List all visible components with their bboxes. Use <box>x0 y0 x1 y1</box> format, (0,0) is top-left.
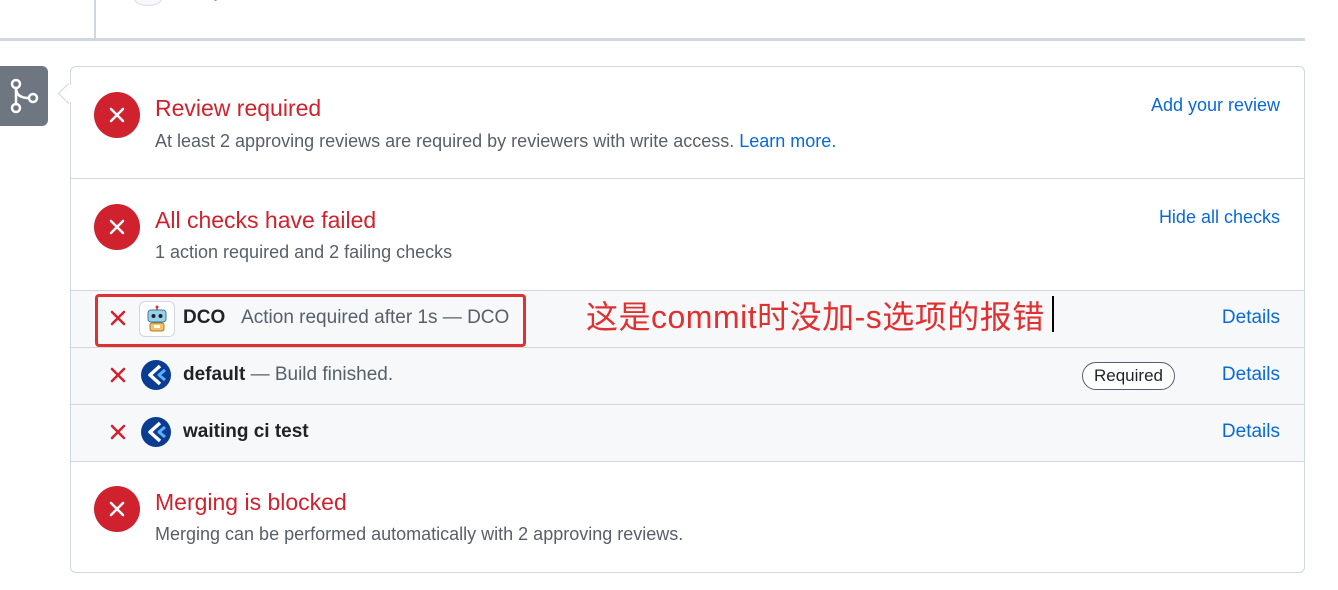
check-name: default <box>183 364 246 385</box>
check-label: default — Build finished. <box>183 364 393 386</box>
error-x-icon <box>94 486 140 532</box>
timeline-line <box>94 0 96 40</box>
required-badge: Required <box>1082 362 1175 390</box>
error-x-icon <box>94 204 140 250</box>
add-review-link[interactable]: Add your review <box>1151 95 1280 116</box>
ci-logo-icon <box>139 358 173 392</box>
fail-x-icon <box>109 366 127 384</box>
text-cursor <box>1052 296 1054 332</box>
check-row-default: default — Build finished. Required Detai… <box>71 348 1304 405</box>
review-section: Review required At least 2 approving rev… <box>71 67 1304 179</box>
merge-title: Merging is blocked <box>155 489 347 515</box>
timeline-divider <box>0 38 1305 41</box>
check-row-waiting-ci: waiting ci test Details <box>71 405 1304 462</box>
annotation-highlight-box <box>95 294 526 347</box>
error-x-icon <box>94 92 140 138</box>
merge-section: Merging is blocked Merging can be perfor… <box>71 462 1304 572</box>
review-title: Review required <box>155 95 322 121</box>
check-status: — Build finished. <box>250 364 394 385</box>
check-name: waiting ci test <box>183 421 309 442</box>
learn-more-link[interactable]: Learn more. <box>739 131 836 151</box>
annotation-text: 这是commit时没加-s选项的报错 <box>586 299 1045 335</box>
review-desc-text: At least 2 approving reviews are require… <box>155 131 735 151</box>
hide-checks-link[interactable]: Hide all checks <box>1159 207 1280 228</box>
details-link[interactable]: Details <box>1222 421 1280 443</box>
details-link[interactable]: Details <box>1222 307 1280 329</box>
merge-desc: Merging can be performed automatically w… <box>155 524 684 544</box>
ci-logo-icon <box>139 415 173 449</box>
details-link[interactable]: Details <box>1222 364 1280 386</box>
checks-section: All checks have failed 1 action required… <box>71 179 1304 291</box>
git-merge-icon <box>0 66 48 126</box>
checks-title: All checks have failed <box>155 207 377 233</box>
timeline-dot <box>214 0 217 1</box>
check-label: waiting ci test <box>183 421 309 443</box>
checks-desc: 1 action required and 2 failing checks <box>155 242 453 262</box>
avatar <box>134 0 162 6</box>
review-desc: At least 2 approving reviews are require… <box>155 131 836 152</box>
fail-x-icon <box>109 423 127 441</box>
